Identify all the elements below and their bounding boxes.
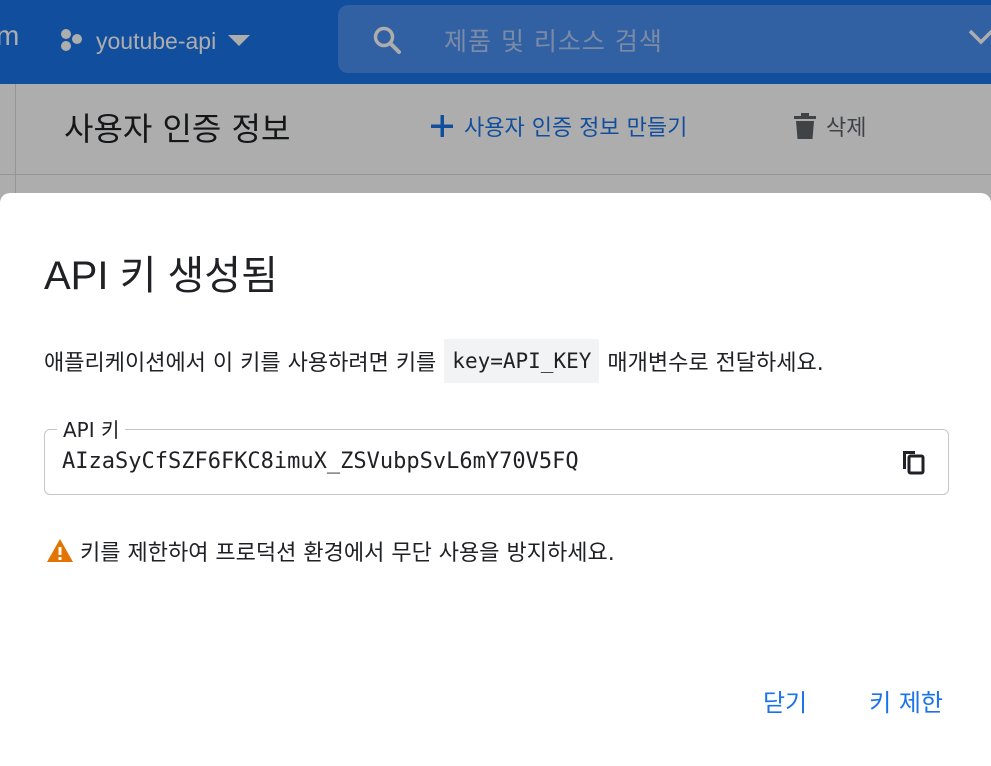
api-key-value[interactable]: AIzaSyCfSZF6FKC8imuX_ZSVubpSvL6mY70V5FQ	[62, 449, 579, 474]
warning-text: 키를 제한하여 프로덕션 환경에서 무단 사용을 방지하세요.	[80, 541, 615, 566]
description-text-after: 매개변수로 전달하세요.	[607, 351, 824, 376]
close-button[interactable]: 닫기	[763, 683, 807, 718]
restriction-warning: 키를 제한하여 프로덕션 환경에서 무단 사용을 방지하세요.	[46, 535, 615, 567]
dialog-actions: 닫기 키 제한	[763, 683, 943, 718]
key-param-code: key=API_KEY	[444, 339, 600, 383]
api-key-field[interactable]: API 키 AIzaSyCfSZF6FKC8imuX_ZSVubpSvL6mY7…	[44, 414, 949, 495]
api-key-created-dialog: API 키 생성됨 애플리케이션에서 이 키를 사용하려면 키를 key=API…	[0, 193, 991, 766]
copy-icon	[903, 451, 925, 475]
api-key-field-label: API 키	[57, 414, 126, 443]
dialog-description: 애플리케이션에서 이 키를 사용하려면 키를 key=API_KEY 매개변수로…	[44, 337, 824, 385]
restrict-key-button[interactable]: 키 제한	[869, 683, 943, 718]
description-text-before: 애플리케이션에서 이 키를 사용하려면 키를	[44, 351, 437, 376]
warning-icon	[47, 539, 73, 562]
copy-button[interactable]	[897, 446, 929, 478]
dialog-title: API 키 생성됨	[44, 254, 278, 298]
